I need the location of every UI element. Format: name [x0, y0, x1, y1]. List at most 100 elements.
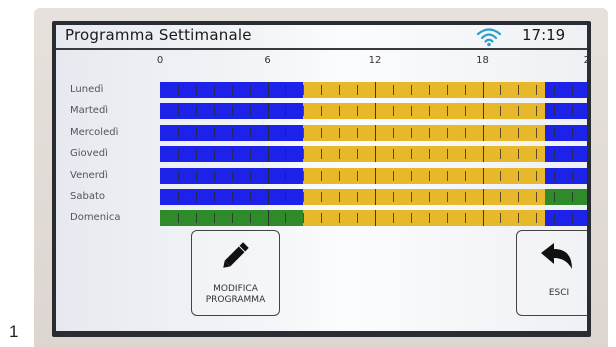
hour-tick [464, 149, 466, 160]
hour-tick [410, 192, 412, 202]
hour-tick [464, 85, 466, 95]
hour-tick [428, 192, 430, 202]
modify-program-button[interactable]: MODIFICA PROGRAMMA [191, 230, 280, 316]
hour-tick [392, 149, 394, 160]
hour-tick [303, 149, 305, 160]
hour-tick [554, 149, 556, 160]
hour-label-12: 12 [368, 55, 382, 66]
hour-tick [446, 127, 448, 138]
hour-label-24: 24 [583, 55, 587, 66]
hour-tick [339, 170, 341, 181]
hour-tick [321, 192, 323, 202]
day-schedule-bar[interactable] [160, 167, 587, 184]
hour-tick [572, 149, 574, 160]
hour-tick [177, 192, 179, 202]
day-schedule-bar[interactable] [160, 189, 587, 205]
hour-tick [231, 149, 233, 160]
day-label: Lunedì [70, 84, 104, 95]
hour-tick [428, 127, 430, 138]
hour-tick [303, 170, 305, 181]
hour-tick [357, 127, 359, 138]
hour-tick [392, 127, 394, 138]
hour-tick [536, 213, 538, 224]
hour-tick [285, 127, 287, 138]
day-schedule-bar[interactable] [160, 146, 587, 163]
hour-label-0: 0 [156, 55, 164, 66]
hour-tick [375, 124, 376, 141]
day-label: Sabato [70, 191, 105, 202]
hour-tick [195, 106, 197, 117]
hour-tick [339, 127, 341, 138]
hour-tick [518, 106, 520, 117]
hour-tick [482, 124, 484, 141]
hour-tick [321, 127, 323, 138]
hour-tick [357, 85, 359, 95]
hour-tick [357, 149, 359, 160]
hour-tick [464, 192, 466, 202]
hour-tick [392, 170, 394, 181]
hour-tick [249, 213, 251, 224]
hour-tick [500, 170, 502, 181]
wifi-icon [476, 28, 502, 47]
hour-tick [410, 213, 412, 224]
day-label: Giovedì [70, 148, 108, 160]
hour-tick [410, 127, 412, 138]
hour-tick [482, 103, 484, 120]
hour-tick [177, 127, 179, 138]
hour-tick [321, 85, 323, 95]
hour-tick [195, 85, 197, 95]
hour-tick [572, 127, 574, 138]
hour-tick [249, 127, 251, 138]
day-schedule-bar[interactable] [160, 103, 587, 120]
hour-tick [267, 124, 269, 141]
hour-tick [464, 106, 466, 117]
hour-tick [500, 192, 502, 202]
hour-tick [267, 146, 269, 163]
hour-tick [428, 85, 430, 95]
hour-tick [410, 170, 412, 181]
hour-tick [195, 170, 197, 181]
hour-tick [213, 106, 215, 117]
schedule-segment-green [545, 189, 587, 205]
exit-button[interactable]: ESCI [516, 230, 587, 316]
day-schedule-bar[interactable] [160, 82, 587, 98]
modify-label-line2: PROGRAMMA [205, 295, 266, 305]
hour-tick [195, 192, 197, 202]
hour-tick [446, 192, 448, 202]
hour-tick [428, 170, 430, 181]
pencil-icon [223, 242, 249, 268]
hour-tick [267, 189, 269, 205]
hour-tick [321, 170, 323, 181]
hour-tick [249, 170, 251, 181]
hour-tick [446, 170, 448, 181]
hour-tick [518, 213, 520, 224]
back-arrow-icon [541, 243, 572, 269]
hour-tick [357, 192, 359, 202]
hour-tick [375, 103, 376, 120]
header-bar: Programma Settimanale 17:19 [56, 25, 587, 50]
hour-tick [249, 192, 251, 202]
hour-tick [357, 170, 359, 181]
hour-tick [554, 170, 556, 181]
hour-tick [482, 210, 484, 227]
hour-tick [554, 106, 556, 117]
hour-tick [464, 127, 466, 138]
hour-tick [249, 106, 251, 117]
hour-tick [518, 170, 520, 181]
day-schedule-bar[interactable] [160, 210, 587, 227]
clock-time: 17:19 [522, 26, 566, 44]
day-label: Martedì [70, 105, 109, 117]
hour-tick [321, 213, 323, 224]
hour-tick [375, 146, 376, 163]
hour-tick [213, 213, 215, 224]
hour-tick [285, 192, 287, 202]
day-label: Domenica [70, 212, 121, 224]
modify-label-line1: MODIFICA [213, 284, 258, 294]
hour-tick [410, 149, 412, 160]
schedule-segment-blue [545, 146, 587, 163]
schedule-segment-blue [545, 103, 587, 120]
day-schedule-bar[interactable] [160, 124, 587, 141]
hour-tick [285, 213, 287, 224]
hour-tick [375, 210, 376, 227]
hour-tick [231, 192, 233, 202]
